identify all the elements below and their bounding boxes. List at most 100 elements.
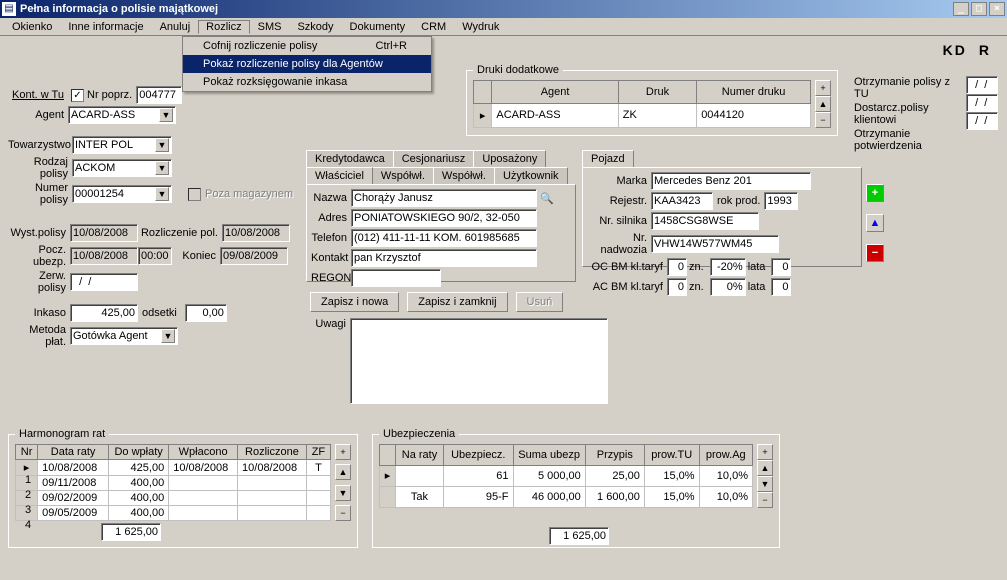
tab-wspolwl2[interactable]: Współwł.	[433, 167, 495, 184]
wyst-input[interactable]	[70, 224, 138, 242]
odsetki-input[interactable]	[185, 304, 227, 322]
tab-cesjonariusz[interactable]: Cesjonariusz	[393, 150, 475, 167]
menubar: Okienko Inne informacje Anuluj Rozlicz S…	[0, 18, 1007, 36]
tab-wspolwl1[interactable]: Współwł.	[372, 167, 434, 184]
nadwozie-input[interactable]	[651, 235, 779, 253]
chevron-down-icon: ▼	[161, 329, 175, 343]
ubezpieczenia-table[interactable]: Na raty Ubezpiecz. Suma ubezp Przypis pr…	[379, 444, 753, 508]
agent-label: Agent	[8, 109, 68, 121]
dd-pokaz-agentow[interactable]: Pokaż rozliczenie polisy dla Agentów	[183, 55, 431, 73]
maximize-button[interactable]: □	[971, 2, 987, 16]
koniec-input[interactable]	[220, 247, 288, 265]
ubez-down-button[interactable]: ▼	[757, 476, 773, 492]
nr-poprz-checkbox[interactable]: ✓	[71, 89, 84, 102]
ubez-total	[549, 527, 609, 545]
chevron-down-icon: ▼	[155, 138, 169, 152]
zapisz-zamknij-button[interactable]: Zapisz i zamknij	[407, 292, 507, 312]
ubez-remove-button[interactable]: −	[757, 492, 773, 508]
regon-input[interactable]	[351, 269, 441, 287]
potwierdzenia-input[interactable]	[966, 112, 998, 130]
marka-input[interactable]	[651, 172, 811, 190]
tab-uposazony[interactable]: Uposażony	[473, 150, 546, 167]
pocz-input[interactable]	[70, 247, 138, 265]
dd-cofnij[interactable]: Cofnij rozliczenie polisyCtrl+R	[183, 37, 431, 55]
druki-up-button[interactable]: ▲	[815, 96, 831, 112]
towarzystwo-combo[interactable]: INTER POL▼	[72, 136, 172, 154]
ubezpieczenia-legend: Ubezpieczenia	[379, 428, 459, 440]
tab-pojazd[interactable]: Pojazd	[582, 150, 634, 167]
metoda-combo[interactable]: Gotówka Agent▼	[70, 327, 178, 345]
pojazd-add-button[interactable]: +	[866, 184, 884, 202]
harm-total	[101, 523, 161, 541]
otrzymanie-tu-input[interactable]	[966, 76, 998, 94]
druki-table[interactable]: Agent Druk Numer druku ▸ ACARD-ASS ZK 00…	[473, 80, 811, 128]
agent-combo[interactable]: ACARD-ASS▼	[68, 106, 176, 124]
nr-poprz-label: Nr poprz.	[87, 89, 132, 101]
table-row: 09/02/2009400,00	[16, 491, 331, 506]
inkaso-input[interactable]	[70, 304, 138, 322]
chevron-down-icon: ▼	[155, 187, 169, 201]
uwagi-label: Uwagi	[310, 318, 350, 330]
pocz-time-input[interactable]	[138, 247, 172, 265]
harmonogram-table[interactable]: Nr Data raty Do wpłaty Wpłacono Rozliczo…	[15, 444, 331, 521]
rozliczenie-label: Rozliczenie pol.	[138, 227, 222, 239]
tab-wlasciciel[interactable]: Właściciel	[306, 167, 373, 184]
search-icon[interactable]: 🔍	[540, 192, 554, 205]
numer-combo[interactable]: 00001254▼	[72, 185, 172, 203]
oc-zn-input[interactable]	[710, 258, 746, 276]
menu-szkody[interactable]: Szkody	[289, 20, 341, 34]
rok-input[interactable]	[764, 192, 798, 210]
inkaso-label: Inkaso	[8, 307, 70, 319]
kontakt-input[interactable]	[351, 249, 537, 267]
oc-kl-input[interactable]	[667, 258, 687, 276]
tab-uzytkownik[interactable]: Użytkownik	[494, 167, 568, 184]
close-button[interactable]: ×	[989, 2, 1005, 16]
silnik-input[interactable]	[651, 212, 759, 230]
kont-w-tu-label[interactable]: Kont. w Tu	[8, 89, 68, 101]
menu-inne[interactable]: Inne informacje	[60, 20, 151, 34]
titlebar: ▤ Pełna informacja o polisie majątkowej …	[0, 0, 1007, 18]
zerw-input[interactable]	[70, 273, 138, 291]
table-row: ▸615 000,0025,0015,0%10,0%	[380, 465, 753, 487]
druki-remove-button[interactable]: −	[815, 112, 831, 128]
menu-sms[interactable]: SMS	[250, 20, 290, 34]
pojazd-remove-button[interactable]: −	[866, 244, 884, 262]
kd-r-indicator: KDR	[943, 42, 991, 58]
menu-crm[interactable]: CRM	[413, 20, 454, 34]
rodzaj-combo[interactable]: ACKOM▼	[72, 159, 172, 177]
harm-add-button[interactable]: +	[335, 444, 351, 460]
adres-input[interactable]	[351, 209, 537, 227]
druki-add-button[interactable]: +	[815, 80, 831, 96]
rozliczenie-input[interactable]	[222, 224, 290, 242]
harm-remove-button[interactable]: −	[335, 505, 351, 521]
zerw-label: Zerw. polisy	[8, 270, 70, 294]
telefon-input[interactable]	[351, 229, 537, 247]
dostarcz-input[interactable]	[966, 94, 998, 112]
table-row: ▸ ACARD-ASS ZK 0044120	[474, 103, 811, 127]
table-row: 09/11/2008400,00	[16, 476, 331, 491]
oc-lata-input[interactable]	[771, 258, 791, 276]
menu-dokumenty[interactable]: Dokumenty	[342, 20, 414, 34]
ubez-up-button[interactable]: ▲	[757, 460, 773, 476]
pojazd-up-button[interactable]: ▲	[866, 214, 884, 232]
zapisz-nowa-button[interactable]: Zapisz i nowa	[310, 292, 399, 312]
potwierdzenia-label: Otrzymanie potwierdzenia	[854, 128, 964, 152]
harm-down-button[interactable]: ▼	[335, 485, 351, 501]
menu-wydruk[interactable]: Wydruk	[454, 20, 507, 34]
nazwa-input[interactable]	[351, 189, 537, 207]
nr-poprz-input[interactable]	[136, 86, 182, 104]
menu-anuluj[interactable]: Anuluj	[152, 20, 199, 34]
window-title: Pełna informacja o polisie majątkowej	[20, 3, 953, 15]
minimize-button[interactable]: _	[953, 2, 969, 16]
tab-kredytodawca[interactable]: Kredytodawca	[306, 150, 394, 167]
chevron-down-icon: ▼	[155, 161, 169, 175]
rejestr-input[interactable]	[651, 192, 713, 210]
poza-magazynem-label: Poza magazynem	[205, 188, 293, 200]
uwagi-textarea[interactable]	[350, 318, 608, 404]
towarzystwo-label: Towarzystwo	[8, 139, 72, 151]
dd-pokaz-inkasa[interactable]: Pokaż rozksięgowanie inkasa	[183, 73, 431, 91]
ubez-add-button[interactable]: +	[757, 444, 773, 460]
menu-rozlicz[interactable]: Rozlicz	[198, 20, 249, 34]
menu-okienko[interactable]: Okienko	[4, 20, 60, 34]
harm-up-button[interactable]: ▲	[335, 464, 351, 480]
